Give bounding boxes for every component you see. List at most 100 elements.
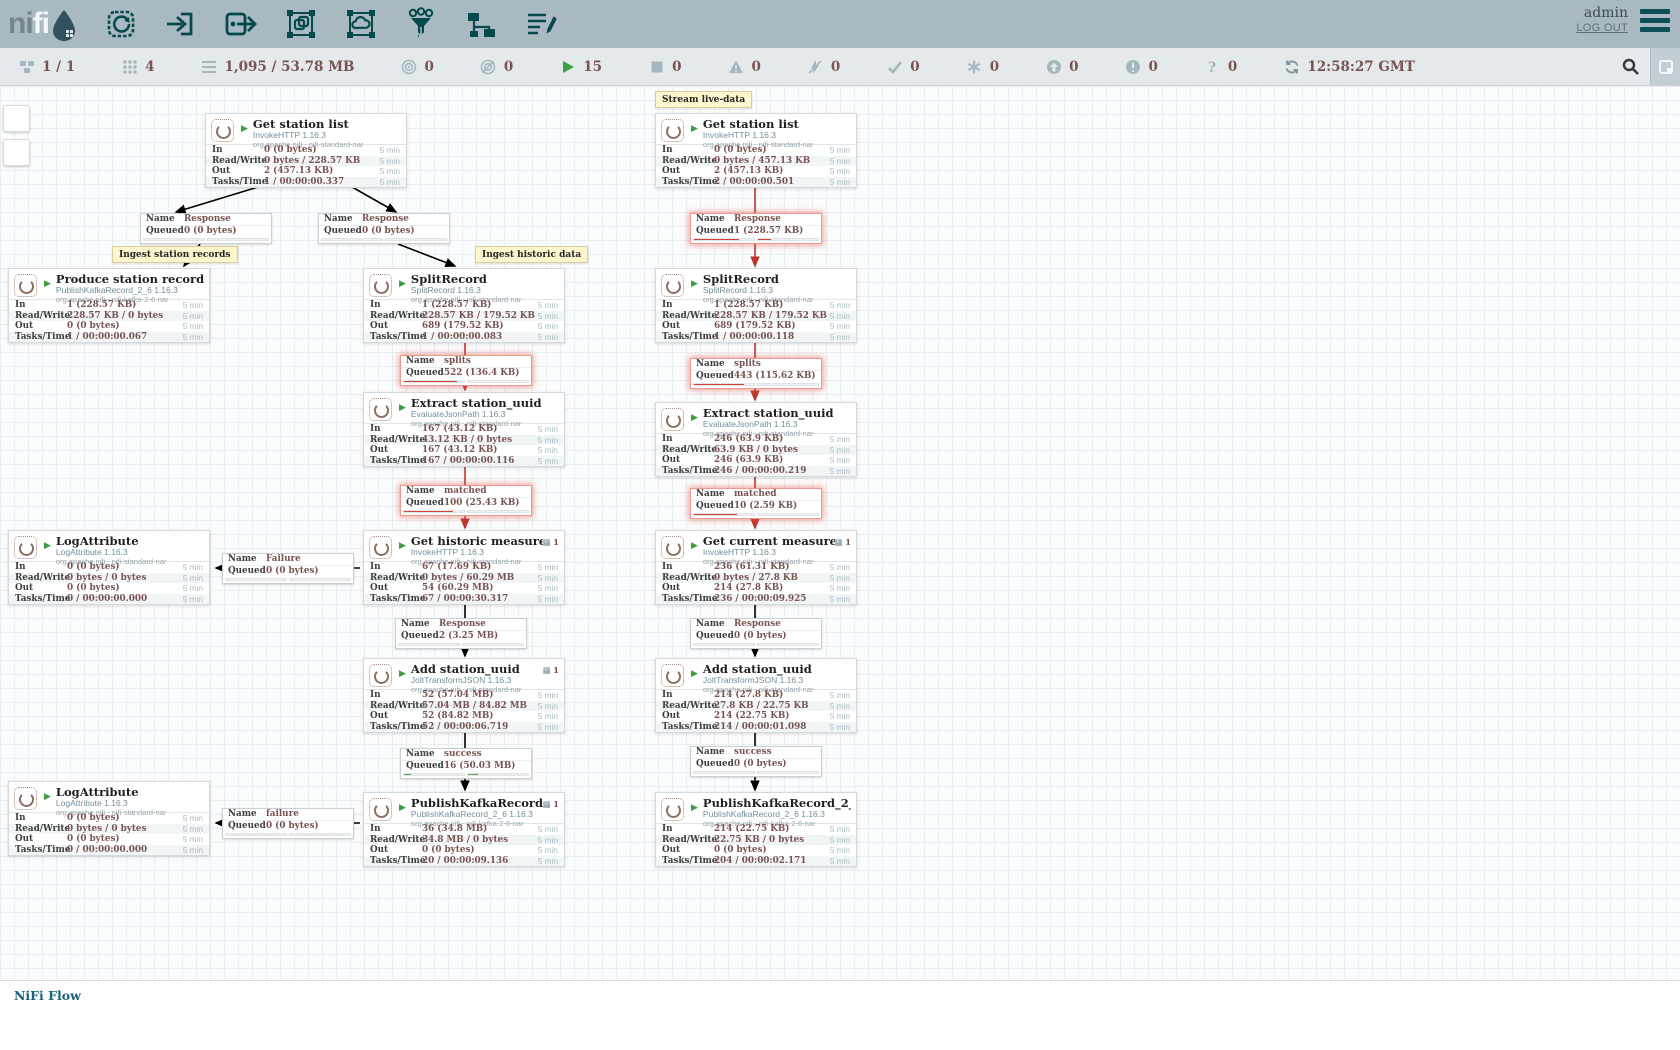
queue-size-track [467,773,529,776]
run-status-icon: ▶ [691,124,698,133]
processor-type: InvokeHTTP 1.16.3 [253,131,401,140]
connection-label-response[interactable]: NameResponse Queued1 (228.57 KB) [690,213,822,244]
processor-name: Get station list [253,118,401,130]
active-threads-icon [121,58,138,75]
stat-row-in: In0 (0 bytes)5 min [9,813,209,824]
processor-type: SplitRecord 1.16.3 [703,286,851,295]
status-up-to-date-count: 0 [910,59,919,75]
processor-type: JoltTransformJSON 1.16.3 [703,676,851,685]
stat-row-tasks-time: Tasks/Time1 / 00:00:00.0675 min [9,332,209,343]
connection-label-matched[interactable]: Namematched Queued100 (25.43 KB) [400,485,532,516]
funnel-draggable-icon[interactable] [403,6,439,42]
stat-row-out: Out52 (84.82 MB)5 min [364,711,564,722]
logout-link[interactable]: LOG OUT [1576,22,1628,34]
queue-count-track [693,383,755,386]
input-port-draggable-icon[interactable] [163,6,199,42]
queue-count-track [143,238,205,241]
stat-row-read-write: Read/Write0 bytes / 457.13 KB5 min [656,156,856,167]
processor-extract-station-uuid[interactable]: ▶ Extract station_uuid EvaluateJsonPath … [655,402,857,477]
connection-label-response[interactable]: NameResponse Queued0 (0 bytes) [318,213,450,244]
flow-canvas[interactable]: Stream live-data Ingest station records In… [0,86,1680,980]
connection-label-response[interactable]: NameResponse Queued0 (0 bytes) [140,213,272,244]
connection-queued: 522 (136.4 KB) [444,368,519,378]
stat-row-tasks-time: Tasks/Time204 / 00:00:02.1715 min [656,856,856,867]
run-status-icon: ▶ [691,413,698,422]
status-sync-failure-count: 0 [1228,59,1237,75]
connection-label-failure[interactable]: Namefailure Queued0 (0 bytes) [222,808,354,839]
stat-row-out: Out0 (0 bytes)5 min [9,583,209,594]
stat-row-tasks-time: Tasks/Time1 / 00:00:00.1185 min [656,332,856,343]
processor-add-station-uuid[interactable]: ▶ Add station_uuid JoltTransformJSON 1.1… [655,658,857,733]
processor-splitrecord[interactable]: ▶ SplitRecord SplitRecord 1.16.3 org.apa… [363,268,565,343]
processor-produce-station-records[interactable]: ▶ Produce station records PublishKafkaRe… [8,268,210,343]
processor-draggable-icon[interactable] [103,6,139,42]
refresh-icon[interactable] [1283,58,1300,75]
navigate-palette-button[interactable] [3,105,30,132]
template-draggable-icon[interactable] [463,6,499,42]
processor-name: Produce station records [56,273,204,285]
connection-label-splits[interactable]: Namesplits Queued522 (136.4 KB) [400,355,532,386]
locally-modified-stale-icon [1125,58,1142,75]
locally-modified-icon [966,58,983,75]
connection-wire-3 [398,244,455,266]
breadcrumb-root[interactable]: NiFi Flow [14,988,81,1003]
processor-get-station-list[interactable]: ▶ Get station list InvokeHTTP 1.16.3 org… [655,113,857,188]
processor-extract-station-uuid[interactable]: ▶ Extract station_uuid EvaluateJsonPath … [363,392,565,467]
processor-type: SplitRecord 1.16.3 [411,286,559,295]
canvas-label[interactable]: Ingest station records [112,246,238,263]
processor-get-current-measurement[interactable]: ▶ Get current measurement InvokeHTTP 1.1… [655,530,857,605]
label-draggable-icon[interactable] [523,6,559,42]
refresh-status[interactable]: 12:58:27 GMT [1283,58,1415,75]
stat-row-tasks-time: Tasks/Time0 / 00:00:00.0005 min [9,845,209,856]
connection-label-success[interactable]: Namesuccess Queued16 (50.03 MB) [400,748,532,779]
stat-row-out: Out214 (27.8 KB)5 min [656,583,856,594]
up-to-date-icon [886,58,903,75]
status-transmitting: 0 [400,58,433,75]
connection-label-response[interactable]: NameResponse Queued2 (3.25 MB) [395,618,527,649]
connection-label-success[interactable]: Namesuccess Queued0 (0 bytes) [690,746,822,777]
stat-row-read-write: Read/Write43.12 KB / 0 bytes5 min [364,435,564,446]
stat-row-read-write: Read/Write0 bytes / 0 bytes5 min [9,573,209,584]
search-icon[interactable] [1610,48,1650,85]
status-stale-count: 0 [1069,59,1078,75]
processor-splitrecord[interactable]: ▶ SplitRecord SplitRecord 1.16.3 org.apa… [655,268,857,343]
processor-add-station-uuid[interactable]: ▶ Add station_uuid JoltTransformJSON 1.1… [363,658,565,733]
processor-logattribute[interactable]: ▶ LogAttribute LogAttribute 1.16.3 org.a… [8,781,210,856]
logo-text-ni: ni [8,3,33,45]
processor-get-historic-measurements[interactable]: ▶ Get historic measurements InvokeHTTP 1… [363,530,565,605]
processor-logattribute[interactable]: ▶ LogAttribute LogAttribute 1.16.3 org.a… [8,530,210,605]
logo-text-fi: fi [33,3,49,45]
remote-process-group-draggable-icon[interactable] [343,6,379,42]
processor-publishkafkarecord-2-6[interactable]: ▶ PublishKafkaRecord_2_6 PublishKafkaRec… [363,792,565,867]
stat-row-tasks-time: Tasks/Time20 / 00:00:09.1365 min [364,856,564,867]
processor-publishkafkarecord-2-6[interactable]: ▶ PublishKafkaRecord_2_6 PublishKafkaRec… [655,792,857,867]
bulletin-panel-button[interactable] [1650,48,1680,85]
queue-size-track [289,578,351,581]
processor-get-station-list[interactable]: ▶ Get station list InvokeHTTP 1.16.3 org… [205,113,407,188]
queued-icon [201,58,218,75]
connection-label-splits[interactable]: Namesplits Queued443 (115.62 KB) [690,358,822,389]
connection-label-response[interactable]: NameResponse Queued0 (0 bytes) [690,618,822,649]
processor-icon [661,798,684,821]
connection-label-failure[interactable]: NameFailure Queued0 (0 bytes) [222,553,354,584]
breadcrumb-bar: NiFi Flow [0,980,1680,1050]
connection-label-matched[interactable]: Namematched Queued10 (2.59 KB) [690,488,822,519]
connection-wire-0 [176,187,258,212]
queue-count-track [398,643,460,646]
process-group-draggable-icon[interactable] [283,6,319,42]
stat-row-out: Out0 (0 bytes)5 min [656,845,856,856]
queue-size-track [385,238,447,241]
processor-name: Get current measurement [703,535,835,547]
run-status-icon: ▶ [399,803,406,812]
status-up-to-date: 0 [886,58,919,75]
operate-palette-button[interactable] [3,139,30,166]
processor-icon [369,664,392,687]
stat-row-in: In214 (27.8 KB)5 min [656,690,856,701]
stat-row-read-write: Read/Write0 bytes / 60.29 MB5 min [364,573,564,584]
canvas-label[interactable]: Stream live-data [655,91,752,108]
queue-count-track [693,643,755,646]
canvas-label[interactable]: Ingest historic data [475,246,588,263]
global-menu-icon[interactable] [1640,7,1670,32]
output-port-draggable-icon[interactable] [223,6,259,42]
status-bar: 1 / 141,095 / 53.78 MB00150000000?012:58… [0,48,1680,86]
